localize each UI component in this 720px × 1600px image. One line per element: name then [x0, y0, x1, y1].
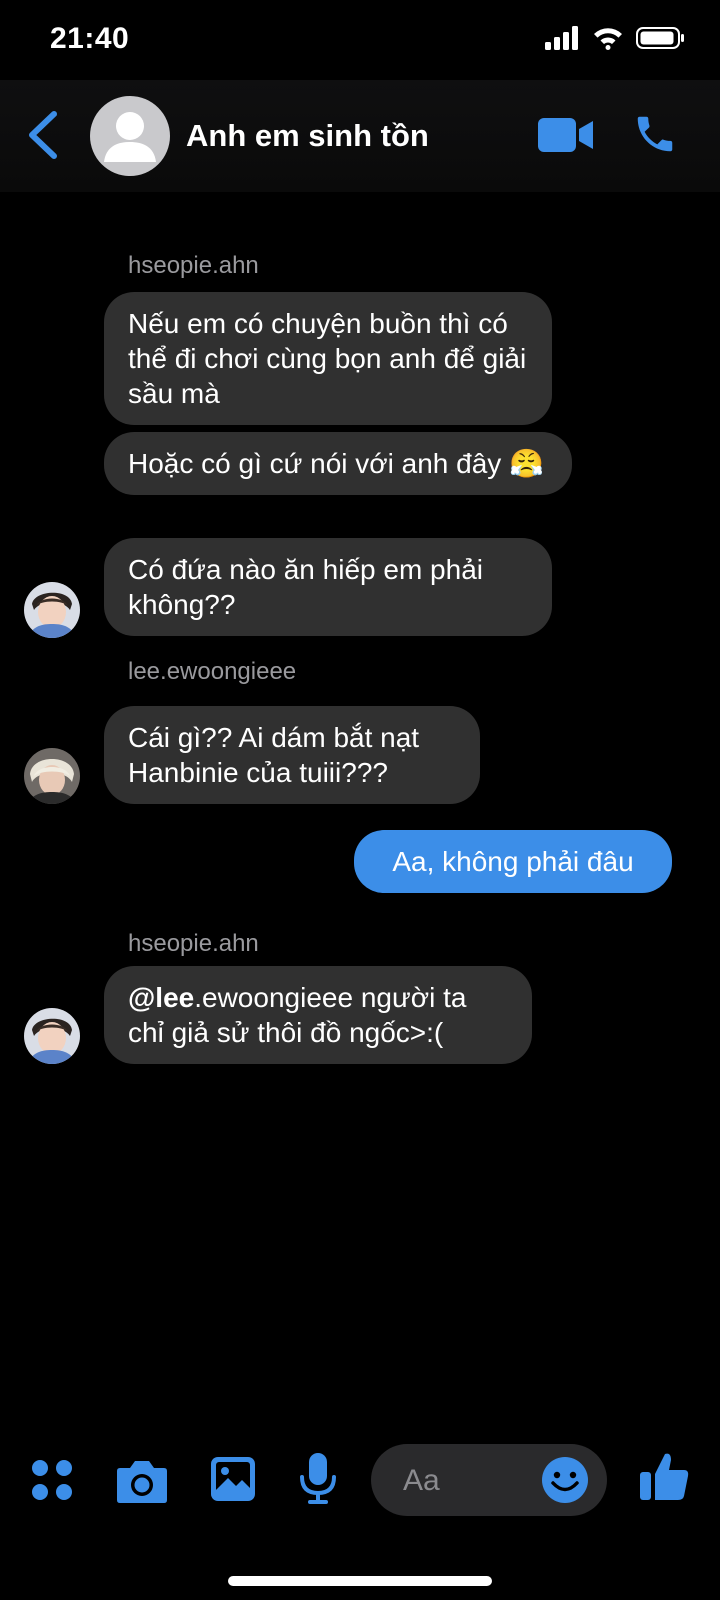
person-placeholder-icon — [104, 112, 156, 162]
group-avatar[interactable] — [90, 96, 170, 176]
message-text: Cái gì?? Ai dám bắt nạt Hanbinie của tui… — [128, 722, 420, 788]
avatar[interactable] — [24, 748, 80, 804]
message-bubble[interactable]: @lee.ewoongieee người ta chỉ giả sử thôi… — [104, 966, 532, 1064]
status-bar: 21:40 — [0, 0, 720, 80]
smiley-icon — [542, 1457, 588, 1503]
status-icons — [544, 26, 686, 50]
image-icon — [211, 1457, 255, 1501]
back-button[interactable] — [26, 110, 60, 165]
like-button[interactable] — [638, 1450, 690, 1507]
emoji: 😤 — [509, 448, 544, 479]
avatar-photo — [24, 1008, 80, 1064]
avatar-photo — [24, 582, 80, 638]
camera-icon — [117, 1461, 167, 1503]
emoji-button[interactable] — [541, 1456, 589, 1509]
message-input-placeholder: Aa — [403, 1464, 440, 1497]
status-time: 21:40 — [50, 22, 130, 55]
phone-icon — [637, 116, 673, 152]
home-indicator[interactable] — [228, 1576, 492, 1586]
gallery-button[interactable] — [210, 1456, 256, 1507]
voice-record-button[interactable] — [298, 1452, 338, 1511]
four-dots-icon — [32, 1460, 72, 1500]
message-bubble-sent[interactable]: Aa, không phải đâu — [354, 830, 672, 893]
battery-icon — [636, 27, 684, 49]
message-text: Hoặc có gì cứ nói với anh đây — [128, 448, 502, 479]
message-text: Có đứa nào ăn hiếp em phải không?? — [128, 554, 483, 620]
avatar-photo — [24, 748, 80, 804]
chevron-left-icon — [29, 111, 57, 159]
message-text: Aa, không phải đâu — [392, 846, 634, 877]
message-text: Nếu em có chuyện buồn thì có thể đi chơi… — [128, 308, 527, 409]
message-bubble[interactable]: Có đứa nào ăn hiếp em phải không?? — [104, 538, 552, 636]
sender-name: hseopie.ahn — [128, 930, 259, 957]
composer-bar: Aa — [0, 1430, 720, 1530]
camera-button[interactable] — [116, 1458, 168, 1509]
voice-call-button[interactable] — [632, 110, 678, 163]
video-call-button[interactable] — [538, 116, 594, 159]
more-actions-button[interactable] — [30, 1458, 74, 1507]
video-camera-icon — [538, 118, 593, 152]
sender-name: hseopie.ahn — [128, 252, 259, 279]
avatar[interactable] — [24, 582, 80, 638]
chat-header: Anh em sinh tồn — [0, 80, 720, 192]
signal-icon — [545, 26, 578, 50]
sender-name: lee.ewoongieee — [128, 658, 297, 685]
mention[interactable]: @lee — [128, 982, 194, 1013]
message-bubble[interactable]: Hoặc có gì cứ nói với anh đây 😤 — [104, 432, 572, 495]
wifi-icon — [594, 28, 622, 50]
thumbs-up-icon — [640, 1453, 689, 1500]
microphone-icon — [300, 1453, 336, 1504]
avatar[interactable] — [24, 1008, 80, 1064]
message-input[interactable]: Aa — [371, 1444, 607, 1516]
message-bubble[interactable]: Cái gì?? Ai dám bắt nạt Hanbinie của tui… — [104, 706, 480, 804]
chat-title[interactable]: Anh em sinh tồn — [186, 118, 429, 154]
message-bubble[interactable]: Nếu em có chuyện buồn thì có thể đi chơi… — [104, 292, 552, 425]
